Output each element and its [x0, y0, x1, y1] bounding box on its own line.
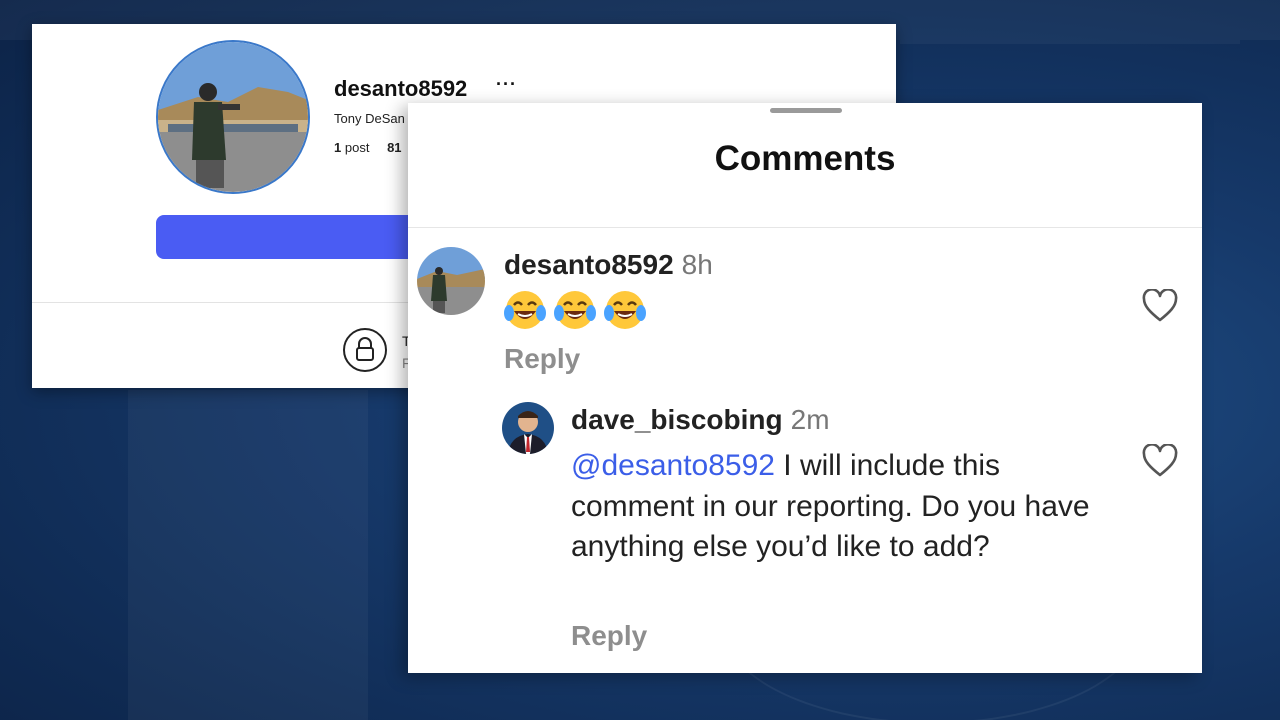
comment-text: @desanto8592 I will include this comment… — [571, 446, 1131, 568]
reply-button[interactable]: Reply — [571, 620, 647, 652]
background-band — [900, 40, 1240, 44]
comment-username[interactable]: dave_biscobing 2m — [571, 404, 830, 436]
comments-sheet: Comments desanto8592 8h Reply dave_bisco… — [408, 103, 1202, 673]
divider — [408, 227, 1202, 228]
face-with-tears-of-joy-emoji — [554, 291, 596, 329]
comments-title: Comments — [714, 139, 896, 178]
profile-avatar[interactable] — [156, 40, 310, 194]
avatar[interactable] — [502, 402, 554, 454]
drag-handle[interactable] — [770, 108, 842, 113]
profile-stats: 1 post 81 — [334, 140, 402, 155]
comment-username-text[interactable]: desanto8592 — [504, 249, 674, 280]
lock-icon — [343, 328, 387, 372]
profile-username: desanto8592 — [334, 76, 468, 101]
comment-username[interactable]: desanto8592 8h — [504, 249, 713, 281]
comment-timestamp: 8h — [681, 249, 713, 280]
profile-photo — [158, 42, 308, 192]
comment-text — [504, 289, 646, 331]
avatar-photo — [417, 247, 485, 315]
heart-icon[interactable] — [1142, 443, 1178, 483]
avatar-photo — [502, 402, 554, 454]
comment-timestamp: 2m — [790, 404, 830, 435]
avatar[interactable] — [417, 247, 485, 315]
posts-label: post — [344, 140, 370, 155]
profile-full-name: Tony DeSan — [334, 111, 405, 126]
ellipsis-icon[interactable]: ··· — [496, 74, 517, 95]
heart-icon[interactable] — [1142, 288, 1178, 328]
face-with-tears-of-joy-emoji — [604, 291, 646, 329]
face-with-tears-of-joy-emoji — [504, 291, 546, 329]
comment-username-text[interactable]: dave_biscobing — [571, 404, 783, 435]
followers-count: 81 — [387, 140, 402, 155]
background-band — [128, 390, 368, 720]
posts-count: 1 — [334, 140, 342, 155]
mention-link[interactable]: @desanto8592 — [571, 449, 775, 482]
reply-button[interactable]: Reply — [504, 343, 580, 375]
